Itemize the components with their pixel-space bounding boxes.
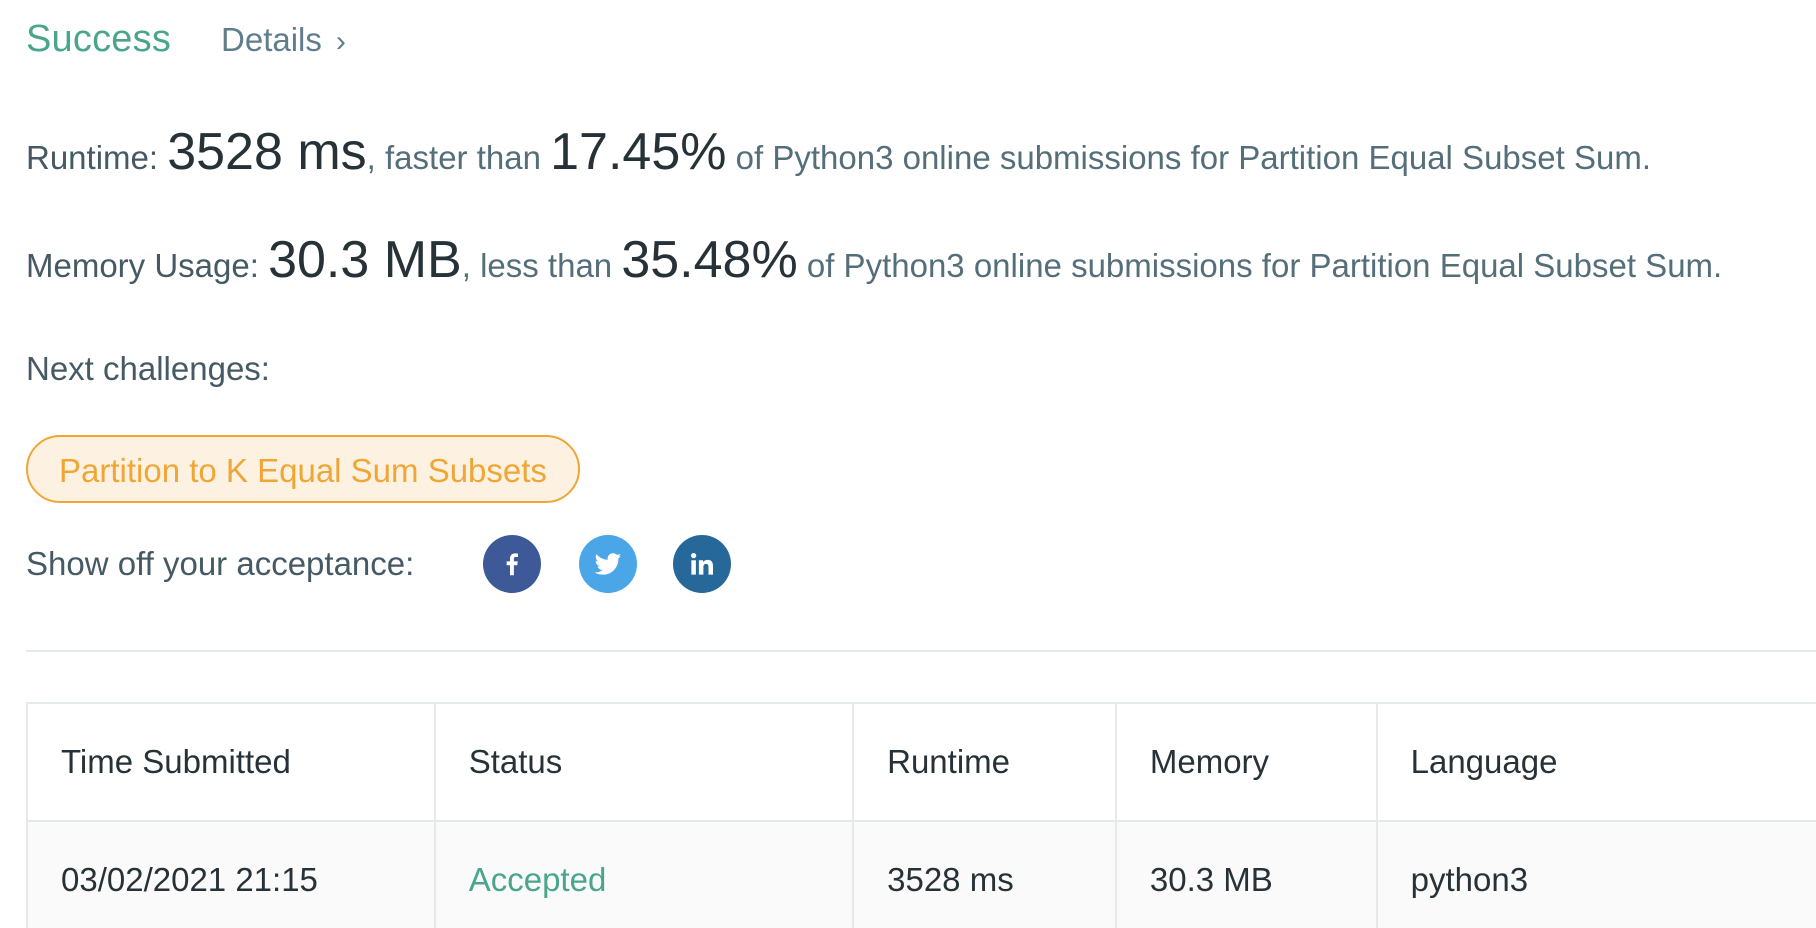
column-header-language[interactable]: Language	[1375, 702, 1816, 822]
cell-memory: 30.3 MB	[1114, 820, 1378, 928]
column-header-time-submitted[interactable]: Time Submitted	[26, 702, 436, 822]
memory-value: 30.3 MB	[268, 231, 462, 289]
runtime-stat: Runtime: 3528 ms, faster than 17.45% of …	[26, 122, 1651, 182]
runtime-percent: 17.45%	[550, 123, 727, 181]
memory-percent: 35.48%	[621, 231, 798, 289]
result-header: Success Details ›	[26, 18, 346, 61]
next-challenges-label: Next challenges:	[26, 350, 270, 387]
submissions-table: Time Submitted Status Runtime Memory Lan…	[26, 702, 1816, 928]
column-header-status[interactable]: Status	[433, 702, 855, 822]
accepted-status-link[interactable]: Accepted	[469, 861, 607, 898]
table-header-row: Time Submitted Status Runtime Memory Lan…	[26, 702, 1816, 822]
cell-language: python3	[1375, 820, 1816, 928]
linkedin-icon[interactable]	[673, 535, 732, 593]
memory-stat: Memory Usage: 30.3 MB, less than 35.48% …	[26, 230, 1722, 290]
cell-status: Accepted	[433, 820, 855, 928]
runtime-comparison: , faster than	[366, 139, 551, 176]
section-divider	[26, 650, 1816, 652]
column-header-memory[interactable]: Memory	[1114, 702, 1378, 822]
cell-runtime: 3528 ms	[852, 820, 1117, 928]
share-row: Show off your acceptance:	[26, 534, 732, 594]
details-label: Details	[221, 21, 322, 58]
submission-result-page: Success Details › Runtime: 3528 ms, fast…	[0, 0, 1816, 928]
runtime-suffix: of Python3 online submissions for Partit…	[726, 139, 1651, 176]
chevron-right-icon: ›	[335, 25, 346, 58]
memory-suffix: of Python3 online submissions for Partit…	[797, 247, 1723, 284]
facebook-icon[interactable]	[483, 535, 542, 593]
cell-time-submitted: 03/02/2021 21:15	[26, 820, 436, 928]
runtime-label: Runtime:	[26, 139, 168, 176]
column-header-runtime[interactable]: Runtime	[852, 702, 1117, 822]
details-link[interactable]: Details ›	[221, 21, 346, 59]
table-row: 03/02/2021 21:15 Accepted 3528 ms 30.3 M…	[26, 820, 1816, 928]
result-status-title: Success	[26, 18, 172, 60]
memory-comparison: , less than	[461, 247, 622, 284]
next-challenge-button[interactable]: Partition to K Equal Sum Subsets	[26, 435, 580, 503]
runtime-value: 3528 ms	[167, 123, 367, 181]
share-label: Show off your acceptance:	[26, 545, 415, 582]
memory-label: Memory Usage:	[26, 247, 269, 284]
twitter-icon[interactable]	[579, 535, 638, 593]
